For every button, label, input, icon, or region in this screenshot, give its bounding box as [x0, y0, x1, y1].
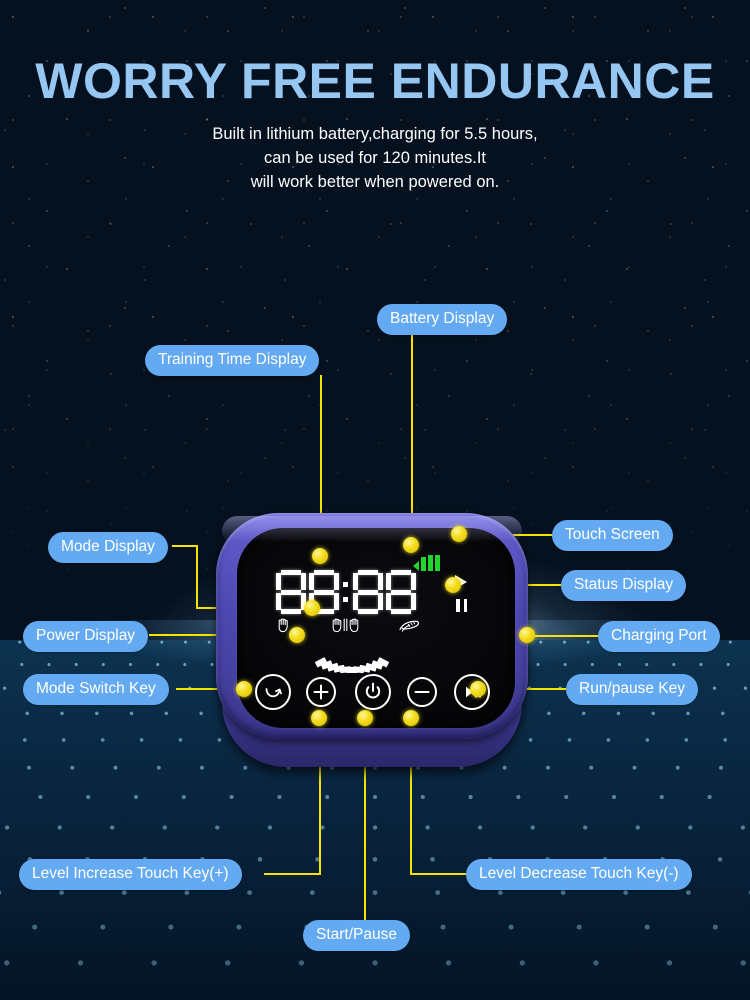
time-digit: [386, 570, 416, 614]
dot-start-pause: [357, 710, 373, 726]
dot-run-pause: [470, 681, 486, 697]
plus-icon: [313, 684, 329, 700]
callout-battery-display[interactable]: Battery Display: [377, 304, 508, 335]
power-key[interactable]: [355, 674, 391, 710]
leader-level-increase-b: [264, 873, 321, 875]
pause-icon: [456, 599, 467, 612]
dot-mode-display: [304, 600, 320, 616]
mode-switch-key[interactable]: [255, 674, 291, 710]
leader-mode-display-a: [172, 545, 198, 547]
dot-status-display: [445, 577, 461, 593]
callout-charging-port[interactable]: Charging Port: [598, 621, 720, 652]
power-icon: [365, 682, 381, 699]
page-subtitle: Built in lithium battery,charging for 5.…: [0, 122, 750, 194]
cycle-arrow-icon: [265, 688, 282, 698]
page-title: WORRY FREE ENDURANCE: [35, 53, 715, 109]
time-digit: [276, 570, 306, 614]
callout-mode-display[interactable]: Mode Display: [48, 532, 168, 563]
power-display-arc: [314, 657, 390, 674]
callout-touch-screen[interactable]: Touch Screen: [552, 520, 673, 551]
callout-status-display[interactable]: Status Display: [561, 570, 687, 601]
poster-canvas: WORRY FREE ENDURANCE Built in lithium ba…: [0, 0, 750, 1000]
dot-training-time: [312, 548, 328, 564]
leader-level-decrease-b: [410, 873, 468, 875]
callout-mode-switch-key[interactable]: Mode Switch Key: [23, 674, 169, 705]
leader-charging-port: [527, 635, 600, 637]
dot-level-increase: [311, 710, 327, 726]
subtitle-line-1: Built in lithium battery,charging for 5.…: [212, 125, 538, 143]
dot-touch-screen: [451, 526, 467, 542]
callout-power-display[interactable]: Power Display: [23, 621, 149, 652]
massager-device: 88:88: [212, 511, 532, 783]
callout-run-pause-key[interactable]: Run/pause Key: [566, 674, 698, 705]
dot-battery: [403, 537, 419, 553]
dot-charging-port: [519, 627, 535, 643]
subtitle-line-3: will work better when powered on.: [250, 173, 500, 191]
battery-bar: [435, 555, 440, 571]
battery-bar: [421, 557, 426, 571]
callout-start-pause[interactable]: Start/Pause: [303, 920, 410, 951]
touch-button-row: [255, 674, 497, 714]
battery-bar: [428, 555, 433, 571]
training-time-display: [261, 570, 431, 614]
time-digit: [353, 570, 383, 614]
leader-mode-display-b: [196, 545, 198, 609]
battery-indicator: [413, 555, 440, 571]
device-body: 88:88: [216, 513, 528, 739]
dot-mode-switch: [236, 681, 252, 697]
level-increase-key[interactable]: [306, 677, 336, 707]
time-colon: [342, 570, 350, 614]
subtitle-line-2: can be used for 120 minutes.It: [264, 149, 486, 167]
callout-training-time-display[interactable]: Training Time Display: [145, 345, 320, 376]
callout-level-decrease-key[interactable]: Level Decrease Touch Key(-): [466, 859, 692, 890]
dot-power-display: [289, 627, 305, 643]
minus-icon: [414, 691, 430, 693]
callout-level-increase-key[interactable]: Level Increase Touch Key(+): [19, 859, 242, 890]
level-decrease-key[interactable]: [407, 677, 437, 707]
touch-screen-panel[interactable]: 88:88: [237, 528, 515, 728]
dot-level-decrease: [403, 710, 419, 726]
